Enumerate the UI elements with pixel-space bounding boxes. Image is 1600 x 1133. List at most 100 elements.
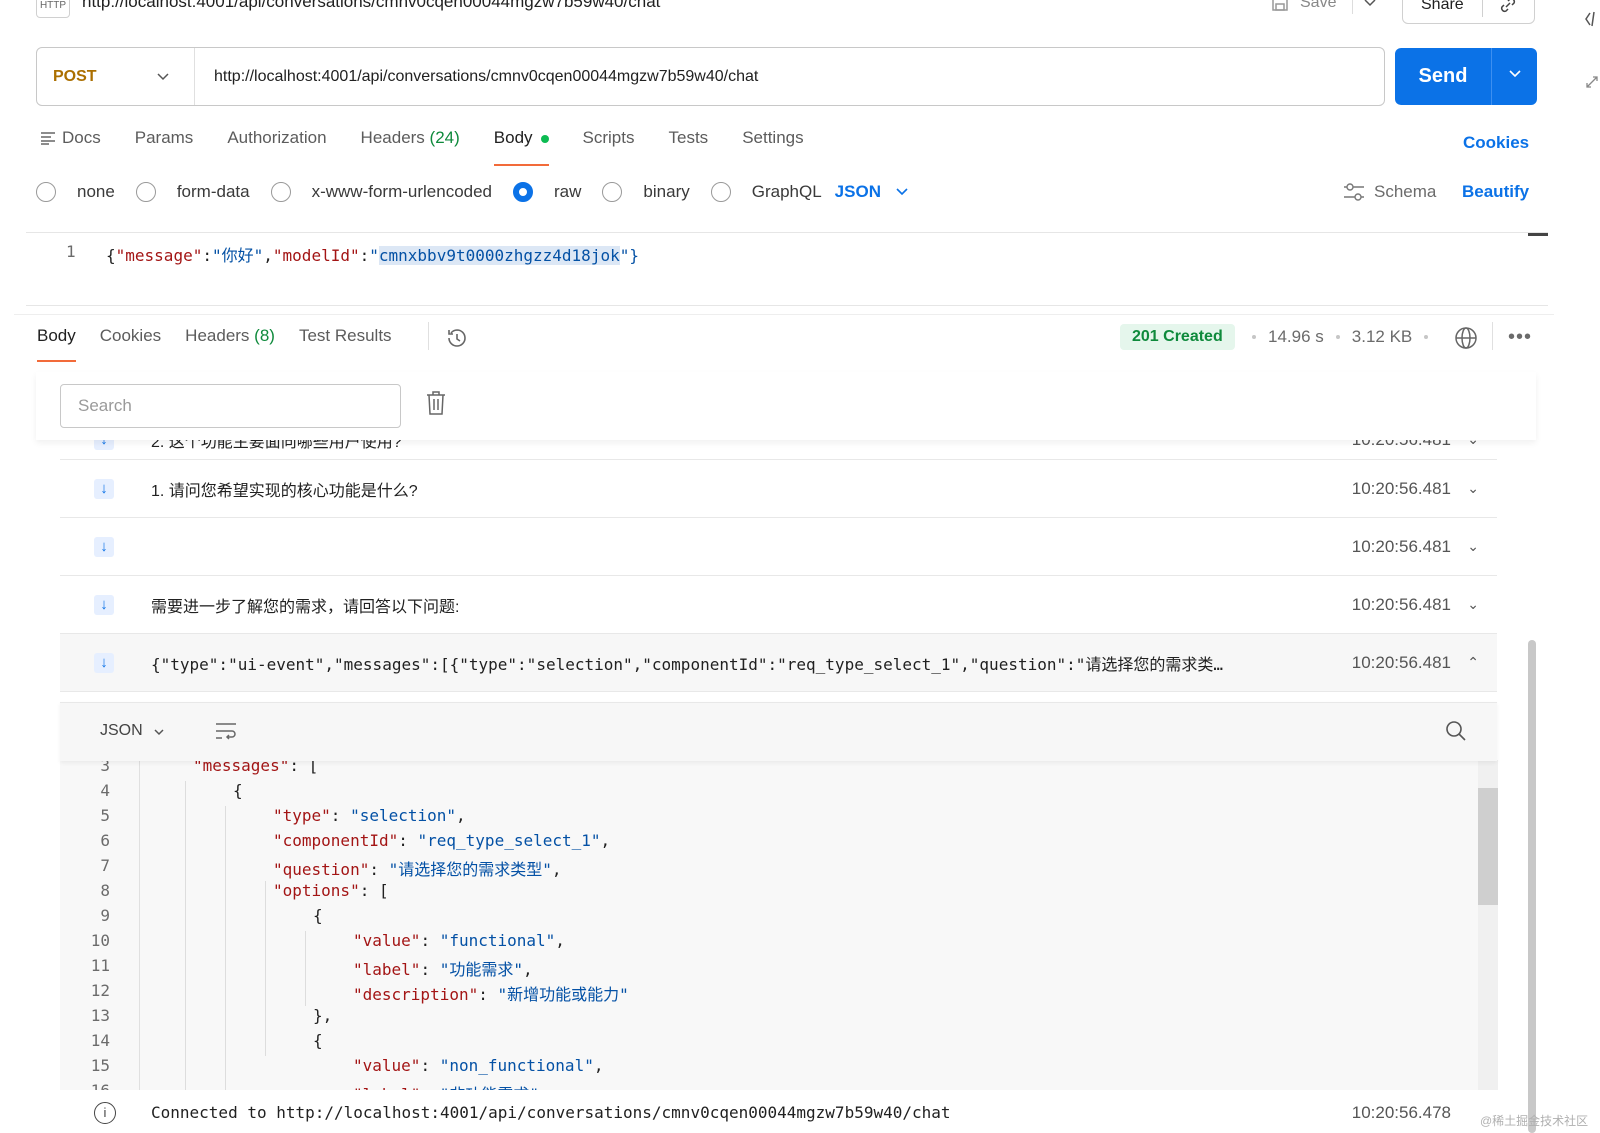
json-punct: { <box>313 906 323 925</box>
more-options-icon[interactable]: ••• <box>1508 326 1532 349</box>
expand-icon[interactable] <box>1584 72 1600 90</box>
trash-icon[interactable] <box>424 390 448 416</box>
resp-tab-headers[interactable]: Headers (8) <box>185 326 275 362</box>
json-line: 6 "componentId": "req_type_select_1", <box>60 831 1497 856</box>
editor-scrollbar[interactable] <box>1528 233 1548 236</box>
json-line: 13}, <box>60 1006 1497 1031</box>
link-icon[interactable] <box>1499 0 1517 14</box>
json-code: { <box>313 906 323 925</box>
beautify-button[interactable]: Beautify <box>1462 182 1529 202</box>
url-bar[interactable]: POST http://localhost:4001/api/conversat… <box>36 47 1385 106</box>
search-icon[interactable] <box>1445 720 1467 742</box>
resp-tab-cookies[interactable]: Cookies <box>100 326 161 362</box>
radio-graphql[interactable]: GraphQL <box>710 182 822 202</box>
radio-binary[interactable]: binary <box>602 182 690 202</box>
request-body-editor[interactable]: 1 {"message":"你好","modelId":"cmnxbbv9t00… <box>26 232 1548 306</box>
chevron-down-icon <box>896 188 908 196</box>
send-label[interactable]: Send <box>1395 65 1491 88</box>
json-code: }, <box>313 1006 332 1025</box>
chevron-down-icon <box>154 729 164 736</box>
connected-row[interactable]: i Connected to http://localhost:4001/api… <box>60 1090 1497 1133</box>
json-viewer[interactable]: 3 "messages": [4{5 "type": "selection", 6 "c… <box>60 760 1497 1090</box>
radio-circle-selected[interactable] <box>513 182 534 202</box>
chevron-down-icon[interactable] <box>1363 0 1377 10</box>
send-button[interactable]: Send <box>1395 48 1537 105</box>
radio-x-www-form-urlencoded[interactable]: x-www-form-urlencoded <box>270 182 492 202</box>
page-scrollbar[interactable] <box>1528 640 1536 1133</box>
code-icon[interactable] <box>1584 10 1600 28</box>
save-button[interactable]: Save <box>1270 0 1377 14</box>
line-number: 16 <box>60 1081 110 1090</box>
response-time[interactable]: 14.96 s <box>1268 327 1324 347</box>
message-list: ↓ 2. 这个功能主要面向哪些用户使用? 10:20:56.481 ⌄ ↓ 1.… <box>60 429 1497 692</box>
radio-circle[interactable] <box>602 182 623 202</box>
radio-none[interactable]: none <box>36 182 115 202</box>
tab-headers[interactable]: Headers (24) <box>361 128 460 166</box>
radio-form-data[interactable]: form-data <box>135 182 250 202</box>
method-select[interactable]: POST <box>37 48 195 105</box>
chevron-down-icon[interactable]: ⌄ <box>1467 538 1479 555</box>
status-badge[interactable]: 201 Created <box>1120 324 1235 350</box>
json-scrollbar[interactable] <box>1478 760 1498 1090</box>
globe-icon[interactable] <box>1454 326 1478 350</box>
json-format-select[interactable]: JSON <box>100 722 165 740</box>
resp-tab-test-results[interactable]: Test Results <box>299 326 392 362</box>
json-code: { <box>313 1031 323 1050</box>
chevron-up-icon[interactable]: ⌃ <box>1467 654 1479 671</box>
search-input[interactable]: Search <box>60 384 401 428</box>
json-line: 8 "options": [ <box>60 881 1497 906</box>
chevron-down-icon[interactable]: ⌄ <box>1467 596 1479 613</box>
http-icon: HTTP <box>36 0 70 18</box>
json-key: "question" <box>273 860 370 879</box>
json-string: "请选择您的需求类型" <box>388 860 552 879</box>
radio-circle[interactable] <box>135 182 156 202</box>
list-item[interactable]: ↓ 1. 请问您希望实现的核心功能是什么? 10:20:56.481 ⌄ <box>60 460 1497 518</box>
radio-raw[interactable]: raw <box>513 182 581 202</box>
json-key: "type" <box>273 806 331 825</box>
list-item-expanded[interactable]: ↓ {"type":"ui-event","messages":[{"type"… <box>60 634 1497 692</box>
json-line: 3 "messages": [ <box>60 760 1497 781</box>
tab-settings[interactable]: Settings <box>742 128 803 166</box>
body-format-select[interactable]: JSON <box>835 182 909 202</box>
schema-button[interactable]: Schema <box>1342 182 1436 202</box>
word-wrap-icon[interactable] <box>214 720 238 742</box>
response-size[interactable]: 3.12 KB <box>1352 327 1413 347</box>
json-string: "新增功能或能力" <box>497 985 629 1004</box>
list-item[interactable]: ↓ 10:20:56.481 ⌄ <box>60 518 1497 576</box>
json-code: "messages": [ <box>193 760 318 775</box>
radio-circle[interactable] <box>270 182 291 202</box>
url-input[interactable]: http://localhost:4001/api/conversations/… <box>195 68 758 86</box>
json-line: 14 { <box>60 1031 1497 1056</box>
tab-params[interactable]: Params <box>135 128 194 166</box>
json-key: "options" <box>273 881 360 900</box>
request-title[interactable]: http://localhost:4001/api/conversations/… <box>82 0 660 12</box>
json-line: 16 "label": "非功能需求", <box>60 1081 1497 1090</box>
scroll-thumb[interactable] <box>1478 788 1498 905</box>
line-number: 13 <box>90 1006 110 1025</box>
list-item[interactable]: ↓ 需要进一步了解您的需求，请回答以下问题: 10:20:56.481 ⌄ <box>60 576 1497 634</box>
editor-code-line[interactable]: {"message":"你好","modelId":"cmnxbbv9t0000… <box>106 242 639 266</box>
chevron-down-icon[interactable]: ⌄ <box>1467 480 1479 497</box>
tab-body[interactable]: Body <box>493 128 549 166</box>
share-label[interactable]: Share <box>1403 0 1482 14</box>
connected-time: 10:20:56.478 <box>1351 1103 1451 1122</box>
tab-authorization[interactable]: Authorization <box>227 128 326 166</box>
tab-scripts[interactable]: Scripts <box>583 128 635 166</box>
line-number: 3 <box>100 760 110 775</box>
tab-docs[interactable]: Docs <box>40 128 101 166</box>
share-button-group[interactable]: Share <box>1402 0 1535 24</box>
cookies-link[interactable]: Cookies <box>1463 133 1529 153</box>
divider <box>428 322 429 350</box>
resp-tab-body[interactable]: Body <box>37 326 76 362</box>
radio-circle[interactable] <box>36 182 56 202</box>
json-string: "functional" <box>439 931 556 950</box>
send-options-chevron-icon[interactable] <box>1492 67 1537 86</box>
save-label: Save <box>1300 0 1337 11</box>
json-line: 15 "value": "non_functional", <box>60 1056 1497 1081</box>
line-number: 11 <box>90 956 110 975</box>
tab-tests[interactable]: Tests <box>669 128 709 166</box>
history-icon[interactable] <box>445 326 469 350</box>
message-time: 10:20:56.481 <box>1351 478 1451 498</box>
radio-circle[interactable] <box>710 182 731 202</box>
response-meta: 14.96 s 3.12 KB <box>1252 327 1429 347</box>
